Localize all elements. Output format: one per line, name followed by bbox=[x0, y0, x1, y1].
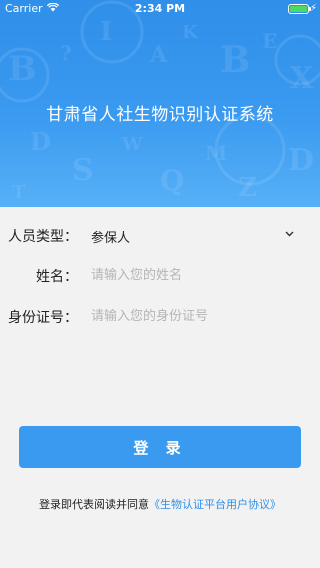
battery-icon bbox=[288, 4, 311, 14]
battery-level bbox=[290, 6, 307, 12]
status-bar: Carrier 2:34 PM ⚡ bbox=[0, 0, 320, 18]
svg-text:?: ? bbox=[60, 41, 72, 65]
clock: 2:34 PM bbox=[134, 2, 186, 15]
id-number-input[interactable] bbox=[91, 304, 296, 328]
name-input[interactable] bbox=[91, 263, 296, 287]
user-agreement-link[interactable]: 《生物认证平台用户协议》 bbox=[149, 498, 281, 511]
svg-text:B: B bbox=[8, 49, 37, 89]
svg-text:Z: Z bbox=[238, 173, 257, 203]
svg-text:M: M bbox=[205, 141, 227, 165]
name-label: 姓名： bbox=[36, 269, 78, 285]
name-row: 姓名： bbox=[0, 255, 320, 295]
person-type-select[interactable]: 参保人 bbox=[91, 227, 130, 246]
chevron-down-icon[interactable] bbox=[285, 231, 294, 237]
svg-text:T: T bbox=[12, 182, 26, 203]
svg-text:K: K bbox=[182, 22, 199, 43]
charging-icon: ⚡ bbox=[309, 3, 317, 14]
svg-text:B: B bbox=[220, 39, 250, 81]
svg-text:D: D bbox=[288, 143, 314, 178]
person-type-label: 人员类型： bbox=[8, 229, 78, 245]
id-number-row: 身份证号： bbox=[0, 296, 320, 336]
svg-text:E: E bbox=[262, 29, 277, 53]
app-title: 甘肃省人社生物识别认证系统 bbox=[46, 105, 274, 125]
svg-text:S: S bbox=[72, 153, 94, 188]
svg-text:D: D bbox=[30, 127, 51, 156]
agreement-notice: 登录即代表阅读并同意《生物认证平台用户协议》 bbox=[0, 496, 320, 512]
svg-text:A: A bbox=[149, 42, 168, 68]
person-type-row[interactable]: 人员类型： 参保人 bbox=[0, 215, 320, 255]
svg-text:I: I bbox=[100, 17, 112, 47]
svg-text:W: W bbox=[121, 134, 143, 155]
header-banner: B ? I A K B E X D S W Q M Z D T Carrier … bbox=[0, 0, 320, 207]
login-button[interactable]: 登 录 bbox=[19, 426, 301, 468]
id-number-label: 身份证号： bbox=[8, 310, 78, 326]
svg-text:Q: Q bbox=[160, 164, 184, 197]
agreement-prefix: 登录即代表阅读并同意 bbox=[39, 498, 149, 511]
svg-text:X: X bbox=[290, 61, 314, 96]
